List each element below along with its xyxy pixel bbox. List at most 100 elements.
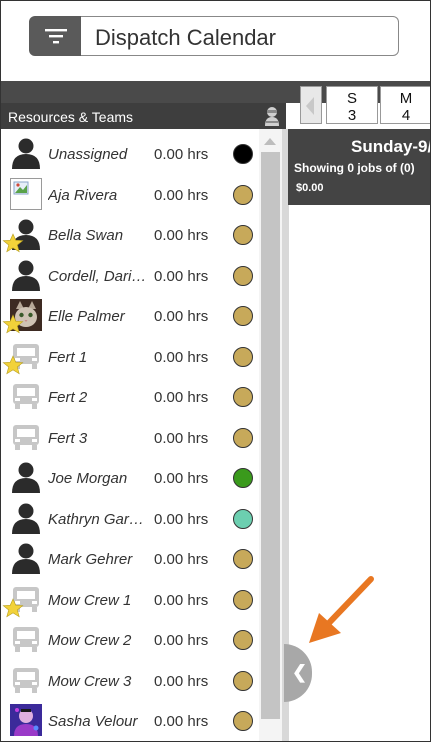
filter-menu-button[interactable] <box>29 16 83 56</box>
status-color-dot[interactable] <box>233 670 253 691</box>
resource-hours: 0.00 hrs <box>154 672 209 690</box>
resource-hours: 0.00 hrs <box>154 632 209 649</box>
sidebar-header: Resources & Teams <box>1 103 286 129</box>
page-title-box: Dispatch Calendar <box>81 16 399 56</box>
day-number: 3 <box>347 107 357 124</box>
resource-list-scrollbar[interactable] <box>259 129 282 741</box>
resource-row[interactable]: Kathryn Gar… 0.00 hrs <box>1 498 259 539</box>
resource-name: Kathryn Gar… <box>48 510 144 528</box>
star-icon <box>2 354 24 375</box>
resource-row[interactable]: Sasha Velour 0.00 hrs <box>1 700 259 741</box>
day-column-monday[interactable]: M 4 <box>380 86 430 124</box>
resource-name: Mark Gehrer <box>48 551 133 568</box>
resource-row[interactable]: Mow Crew 2 0.00 hrs <box>1 619 259 660</box>
page-title: Dispatch Calendar <box>95 25 276 50</box>
day-letter: M <box>399 90 413 107</box>
resource-row[interactable]: Mow Crew 1 0.00 hrs <box>1 579 259 620</box>
status-color-dot[interactable] <box>233 306 253 326</box>
resource-name: Mow Crew 1 <box>48 591 132 609</box>
day-header[interactable]: Sunday-9/ Showing 0 jobs of (0) $0.00 <box>288 129 431 205</box>
resource-row[interactable]: Joe Morgan 0.00 hrs <box>1 457 259 498</box>
resource-hours: 0.00 hrs <box>154 308 209 325</box>
resource-row[interactable]: Fert 3 0.00 hrs <box>1 417 259 458</box>
resource-name: Unassigned <box>48 146 128 163</box>
truck-icon <box>10 623 42 655</box>
person-icon <box>10 502 42 534</box>
resource-hours: 0.00 hrs <box>154 227 209 244</box>
resource-row[interactable]: Fert 1 0.00 hrs <box>1 336 259 377</box>
resource-row[interactable]: Bella Swan 0.00 hrs <box>1 214 259 255</box>
resource-row[interactable]: Elle Palmer 0.00 hrs <box>1 295 259 336</box>
resource-name: Cordell, Dari… <box>48 267 147 285</box>
resource-name: Fert 1 <box>48 348 88 366</box>
status-color-dot[interactable] <box>233 184 253 205</box>
day-letter: S <box>346 90 357 107</box>
jobs-count-text: Showing 0 jobs of (0) <box>294 161 415 175</box>
day-column-sunday[interactable]: S 3 <box>326 86 378 124</box>
status-color-dot[interactable] <box>233 589 253 610</box>
star-icon <box>2 233 24 253</box>
resource-name: Mow Crew 3 <box>48 672 132 690</box>
previous-week-button[interactable] <box>300 86 322 124</box>
status-color-dot[interactable] <box>233 427 253 448</box>
person-icon <box>10 461 42 493</box>
resource-hours: 0.00 hrs <box>154 551 209 568</box>
status-color-dot[interactable] <box>233 549 253 569</box>
status-color-dot[interactable] <box>233 711 253 731</box>
truck-icon <box>10 380 42 412</box>
status-color-dot[interactable] <box>233 225 253 245</box>
status-color-dot[interactable] <box>233 468 253 488</box>
resource-name: Elle Palmer <box>48 308 125 325</box>
dispatch-calendar-window: Dispatch Calendar Resources & Teams Unas… <box>0 0 431 742</box>
annotation-arrow-icon <box>309 576 374 643</box>
resource-row[interactable]: Fert 2 0.00 hrs <box>1 376 259 417</box>
resource-hours: 0.00 hrs <box>154 348 209 366</box>
resource-name: Mow Crew 2 <box>48 632 132 649</box>
resource-list: Unassigned 0.00 hrs Aja Rivera 0.00 hrs Bell… <box>1 133 259 741</box>
resource-name: Fert 3 <box>48 429 88 447</box>
resource-hours: 0.00 hrs <box>154 146 209 163</box>
resource-name: Joe Morgan <box>48 470 128 487</box>
resource-row[interactable]: Aja Rivera 0.00 hrs <box>1 174 259 215</box>
status-color-dot[interactable] <box>233 144 253 164</box>
person-icon <box>10 137 42 169</box>
sidebar-title: Resources & Teams <box>8 109 134 125</box>
chevron-left-icon: ❮ <box>292 662 308 682</box>
resource-name: Sasha Velour <box>48 713 138 730</box>
resource-hours: 0.00 hrs <box>154 267 209 285</box>
chevron-left-icon <box>306 97 314 115</box>
resource-hours: 0.00 hrs <box>154 429 209 447</box>
collapse-sidebar-button[interactable]: ❮ <box>284 644 312 702</box>
resource-hours: 0.00 hrs <box>154 713 209 730</box>
day-number: 4 <box>401 107 411 124</box>
truck-icon <box>10 421 42 453</box>
star-icon <box>2 314 24 334</box>
resource-row[interactable]: Mow Crew 3 0.00 hrs <box>1 660 259 701</box>
resource-name: Fert 2 <box>48 389 88 406</box>
resource-row[interactable]: Cordell, Dari… 0.00 hrs <box>1 255 259 296</box>
resource-filter-icon[interactable] <box>263 106 281 126</box>
status-color-dot[interactable] <box>233 630 253 650</box>
resource-name: Bella Swan <box>48 227 124 244</box>
avatar-photo <box>10 704 42 736</box>
day-title: Sunday-9/ <box>351 137 431 156</box>
status-color-dot[interactable] <box>233 346 253 367</box>
resource-hours: 0.00 hrs <box>154 389 209 406</box>
scroll-up-icon[interactable] <box>264 138 276 145</box>
resource-hours: 0.00 hrs <box>154 186 209 204</box>
filter-lines-icon <box>45 29 67 44</box>
resource-name: Aja Rivera <box>48 186 118 204</box>
person-icon <box>10 542 42 574</box>
star-icon <box>2 597 24 618</box>
status-color-dot[interactable] <box>233 265 253 286</box>
resource-row[interactable]: Unassigned 0.00 hrs <box>1 133 259 174</box>
resource-hours: 0.00 hrs <box>154 591 209 609</box>
scroll-thumb[interactable] <box>261 152 280 719</box>
resource-hours: 0.00 hrs <box>154 510 209 528</box>
resource-row[interactable]: Mark Gehrer 0.00 hrs <box>1 538 259 579</box>
truck-icon <box>10 664 42 696</box>
person-icon <box>10 259 42 291</box>
day-amount: $0.00 <box>296 182 324 194</box>
status-color-dot[interactable] <box>233 508 253 529</box>
status-color-dot[interactable] <box>233 387 253 407</box>
